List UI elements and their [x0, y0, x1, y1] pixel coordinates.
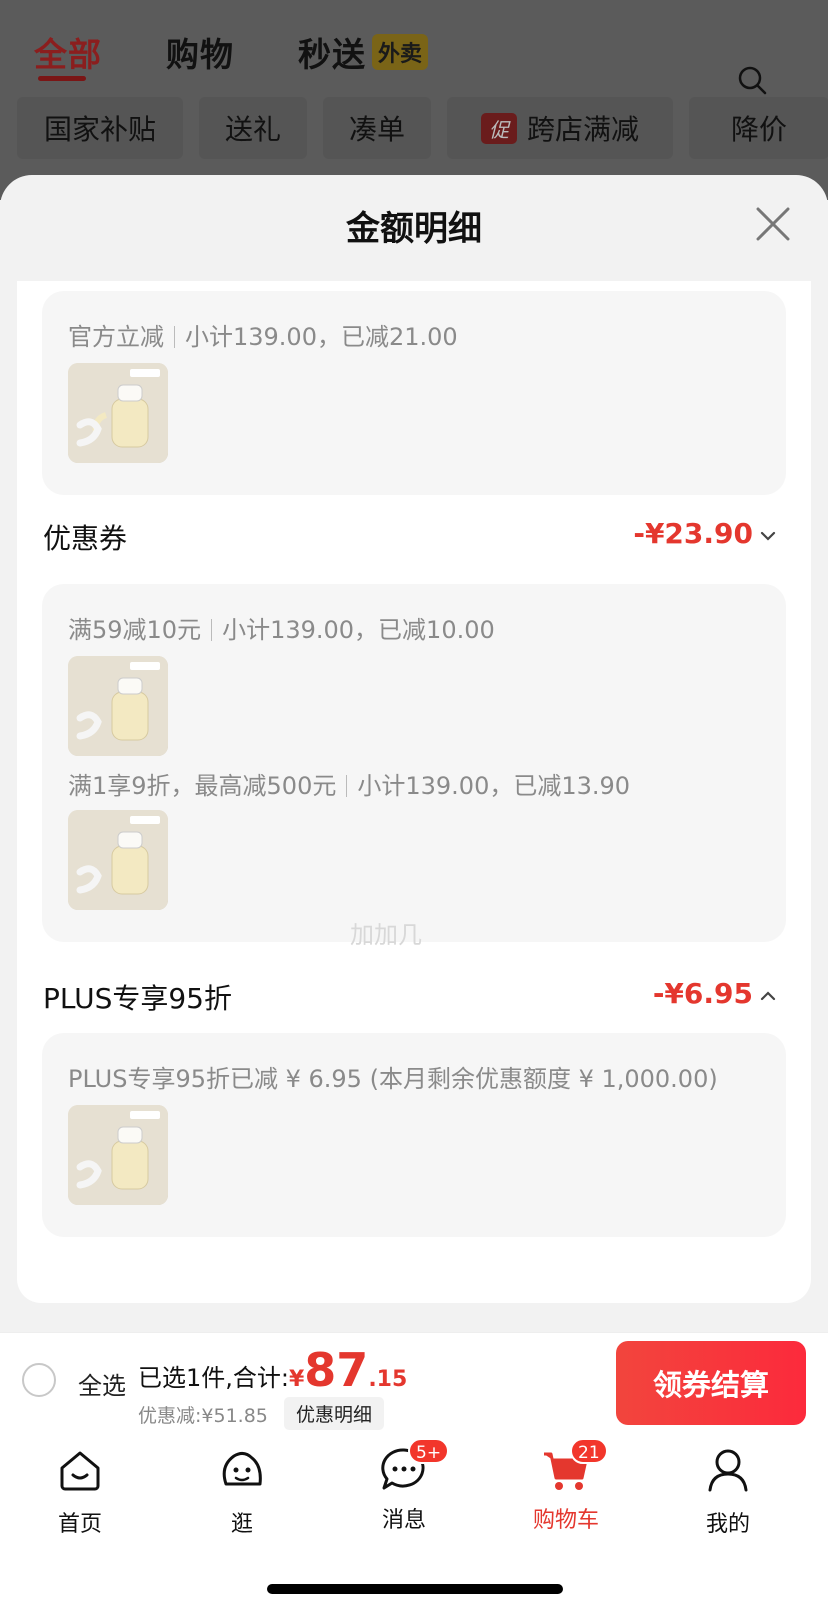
nav-messages[interactable]: 5+ 消息 [344, 1438, 464, 1534]
user-icon [708, 1449, 748, 1492]
select-all-label[interactable]: 全选 [78, 1366, 126, 1401]
chip-gift[interactable]: 送礼 [199, 97, 307, 159]
tab-all[interactable]: 全部 [34, 28, 102, 81]
checkout-bar: 全选 已选1件,合计:¥87.15 优惠减:¥51.85 优惠明细 领券结算 [0, 1332, 828, 1432]
browse-icon [222, 1451, 262, 1486]
promo-tag: 促 [480, 112, 517, 144]
discount-text: 优惠减:¥51.85 [138, 1405, 268, 1427]
home-icon [60, 1451, 100, 1491]
top-tabs: 全部 购物 秒送 外卖 [34, 28, 798, 95]
nav-cart[interactable]: 21 购物车 [506, 1438, 626, 1534]
cart-badge: 21 [570, 1438, 608, 1464]
selected-count-text: 已选1件,合计: [138, 1364, 289, 1392]
tab-active-indicator [38, 76, 86, 81]
divider [174, 326, 175, 348]
chevron-up-icon[interactable] [759, 990, 777, 1002]
coupon-section-title: 优惠券 [43, 522, 128, 555]
messages-badge: 5+ [408, 1438, 450, 1464]
coupon-card: 满59减10元 小计139.00，已减10.00 满1享9折，最高减500元 小计1… [42, 584, 786, 942]
plus-card: PLUS专享95折已减 ¥ 6.95 (本月剩余优惠额度 ¥ 1,000.00) [42, 1033, 786, 1237]
messages-icon-wrap: 5+ [378, 1438, 450, 1496]
official-label: 官方立减 [68, 323, 164, 351]
official-line: 官方立减 小计139.00，已减21.00 [68, 317, 458, 352]
sheet-title: 金额明细 [346, 209, 482, 249]
watermark: 加加几 [350, 921, 422, 949]
select-all-checkbox[interactable] [22, 1363, 56, 1397]
coupon-rule-1-label: 满59减10元 [68, 616, 202, 644]
baby-cup-image [68, 656, 168, 756]
plus-section-title: PLUS专享95折 [43, 982, 232, 1015]
tab-shopping[interactable]: 购物 [166, 28, 234, 76]
tab-all-label: 全部 [34, 35, 102, 74]
coupon-rule-2: 满1享9折，最高减500元 小计139.00，已减13.90 [68, 766, 630, 801]
amount-detail-sheet: 金额明细 官方立减 小计139.00，已减21.00 优惠券 -¥23.90 满… [0, 175, 828, 1335]
chip-cross-store[interactable]: 促 跨店满减 [447, 97, 673, 159]
plus-amount: -¥6.95 [652, 977, 753, 1010]
coupon-rule-1: 满59减10元 小计139.00，已减10.00 [68, 610, 495, 645]
checkout-button[interactable]: 领券结算 [616, 1341, 806, 1425]
home-indicator [267, 1584, 563, 1594]
product-thumbnail [68, 1105, 168, 1205]
product-thumbnail [68, 810, 168, 910]
chip-gift-label: 送礼 [224, 113, 281, 146]
chip-price-drop-label: 降价 [730, 113, 787, 146]
total-summary: 已选1件,合计:¥87.15 [138, 1343, 407, 1397]
close-icon[interactable] [754, 205, 792, 243]
waimai-tag: 外卖 [372, 34, 429, 70]
tab-express[interactable]: 秒送 [298, 28, 366, 76]
cart-icon-wrap: 21 [540, 1438, 608, 1496]
total-decimal: .15 [368, 1367, 408, 1392]
official-subtotal: 小计139.00，已减21.00 [185, 323, 458, 351]
coupon-amount: -¥23.90 [633, 517, 753, 550]
chip-together[interactable]: 凑单 [323, 97, 431, 159]
top-header-dimmed: 全部 购物 秒送 外卖 国家补贴 送礼 凑单 促 跨店满减 降价 [0, 0, 828, 200]
search-icon[interactable] [736, 64, 768, 96]
divider [211, 619, 213, 641]
chip-price-drop[interactable]: 降价 [689, 97, 828, 159]
nav-browse[interactable]: 逛 [182, 1444, 302, 1538]
chip-subsidy[interactable]: 国家补贴 [17, 97, 183, 159]
nav-cart-label: 购物车 [532, 1508, 599, 1533]
divider [346, 775, 348, 797]
currency-symbol: ¥ [288, 1367, 305, 1392]
chip-cross-store-label: 跨店满减 [526, 113, 639, 146]
nav-messages-label: 消息 [381, 1508, 426, 1533]
baby-cup-image [68, 810, 168, 910]
official-discount-card: 官方立减 小计139.00，已减21.00 [42, 291, 786, 495]
coupon-rule-2-subtotal: 小计139.00，已减13.90 [357, 772, 631, 800]
coupon-rule-2-label: 满1享9折，最高减500元 [68, 772, 337, 800]
plus-note: PLUS专享95折已减 ¥ 6.95 (本月剩余优惠额度 ¥ 1,000.00) [68, 1065, 718, 1093]
discount-detail-button[interactable]: 优惠明细 [284, 1397, 385, 1430]
product-thumbnail [68, 656, 168, 756]
nav-home[interactable]: 首页 [20, 1444, 140, 1538]
filter-chips: 国家补贴 送礼 凑单 促 跨店满减 降价 [17, 97, 828, 159]
product-thumbnail [68, 363, 168, 463]
nav-browse-label: 逛 [230, 1512, 253, 1537]
chip-subsidy-label: 国家补贴 [43, 113, 156, 146]
nav-mine[interactable]: 我的 [668, 1444, 788, 1538]
chip-together-label: 凑单 [348, 113, 405, 146]
nav-home-label: 首页 [57, 1512, 102, 1537]
chevron-down-icon[interactable] [759, 530, 777, 542]
baby-cup-image [68, 1105, 168, 1205]
total-integer: 87 [304, 1343, 369, 1397]
baby-cup-image [68, 363, 168, 463]
nav-mine-label: 我的 [705, 1512, 750, 1537]
sheet-body: 官方立减 小计139.00，已减21.00 优惠券 -¥23.90 满59减10… [17, 281, 811, 1303]
coupon-rule-1-subtotal: 小计139.00，已减10.00 [222, 616, 495, 644]
